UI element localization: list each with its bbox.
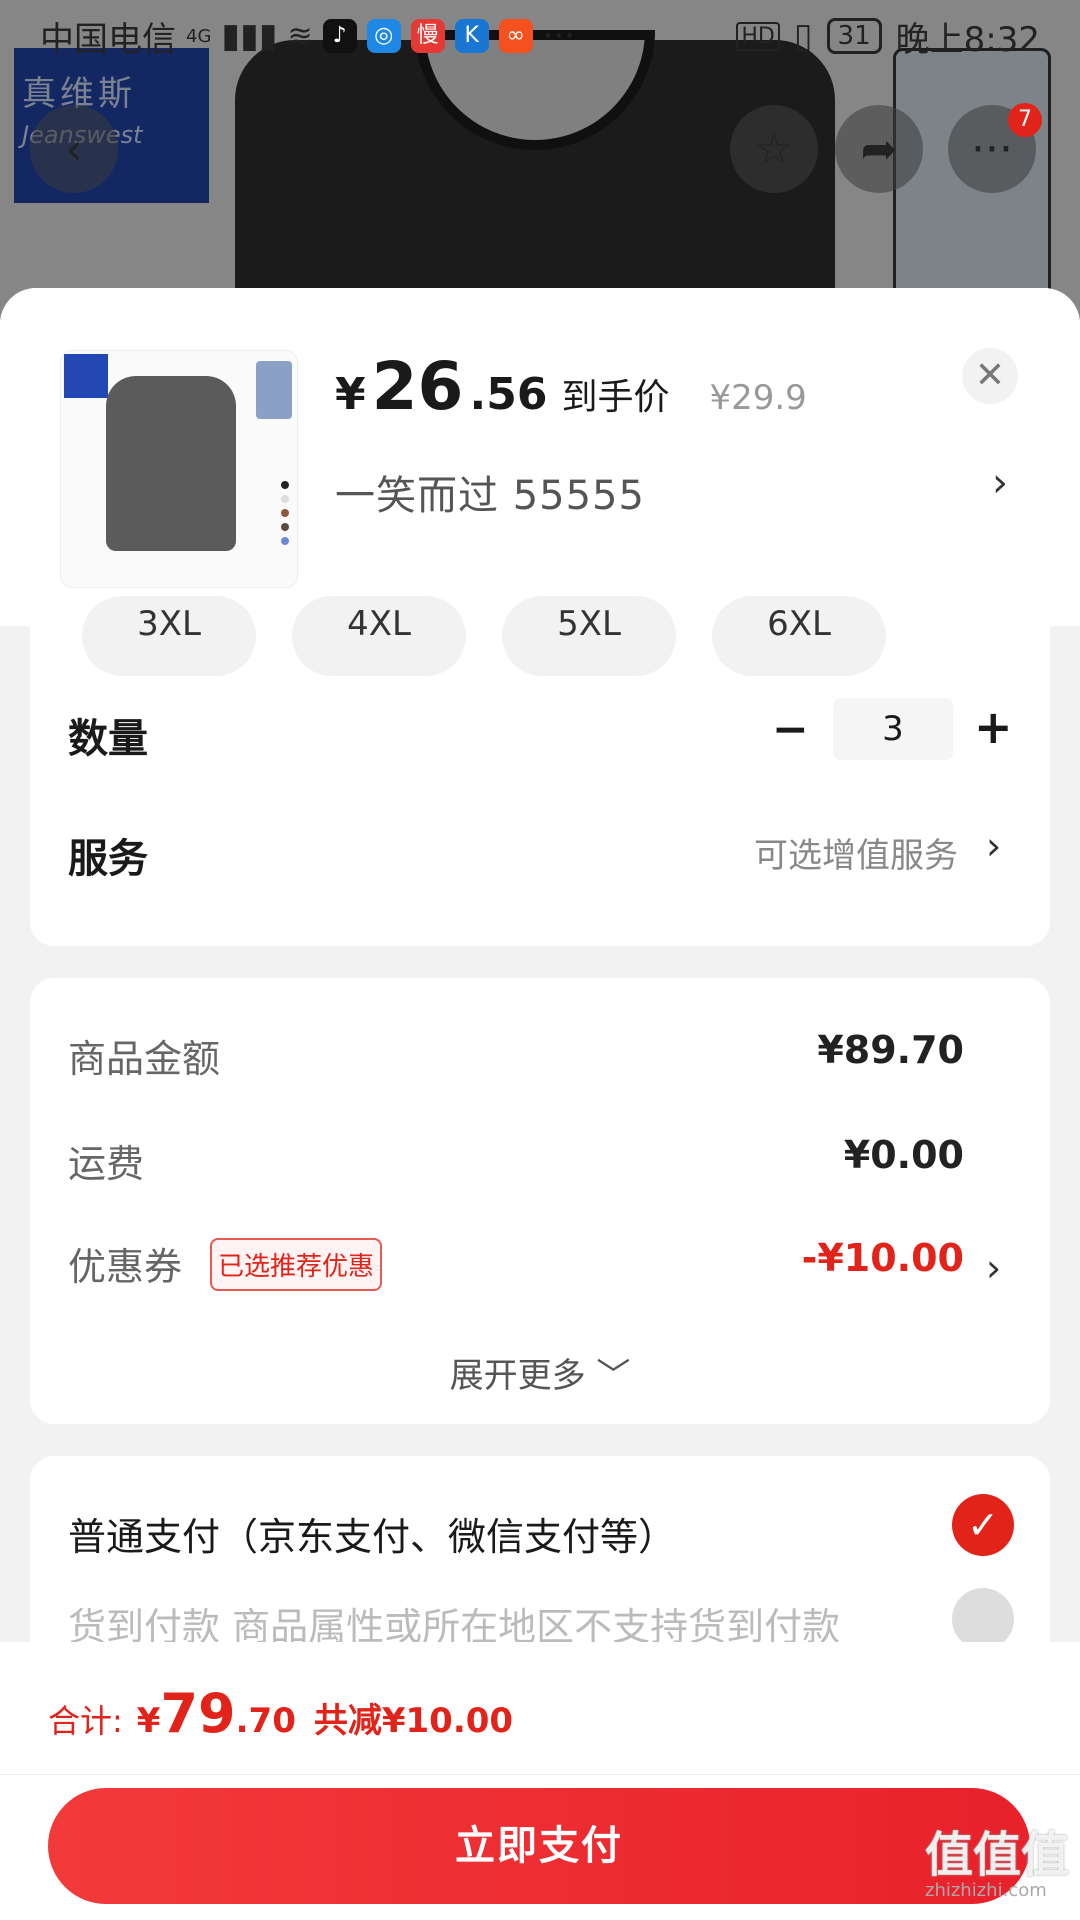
coupon-tag: 已选推荐优惠: [210, 1238, 383, 1291]
expand-more-label: 展开更多: [449, 1356, 586, 1396]
coupon-label: 优惠券: [68, 1245, 183, 1289]
sheet-header: ¥ 26 .56 到手价 ¥29.9 一笑而过 55555 › ✕: [0, 288, 1080, 626]
service-label: 服务: [68, 836, 148, 882]
carrier-label: 中国电信: [40, 19, 176, 60]
message-badge: 7: [1008, 103, 1042, 137]
original-price: ¥29.9: [709, 378, 807, 418]
price-integer: 26: [371, 348, 464, 425]
hd-indicator: HD: [736, 21, 780, 51]
watermark: 值值值 zhizhizhi.com: [925, 1827, 1070, 1901]
selected-variant[interactable]: 一笑而过 55555: [335, 463, 645, 521]
manman-app-icon: 慢: [410, 19, 445, 53]
favorite-button[interactable]: ☆: [730, 105, 818, 193]
quantity-decrease-button[interactable]: −: [772, 704, 809, 755]
total-decimal: .70: [235, 1701, 296, 1741]
total-label: 合计:: [48, 1702, 123, 1740]
chevron-right-icon[interactable]: ›: [986, 824, 1001, 868]
vibrate-icon: ▯: [793, 16, 813, 56]
kugou-app-icon: K: [454, 19, 489, 53]
normal-payment-option[interactable]: 普通支付（京东支付、微信支付等）: [68, 1506, 676, 1561]
total-savings: 共减¥10.00: [313, 1701, 514, 1741]
chevron-right-icon[interactable]: ›: [992, 460, 1008, 506]
close-button[interactable]: ✕: [962, 348, 1018, 404]
size-option[interactable]: 4XL: [292, 596, 466, 676]
size-option[interactable]: 6XL: [712, 596, 886, 676]
other-app-icon: ∞: [498, 19, 533, 53]
size-option[interactable]: 3XL: [82, 596, 256, 676]
price-summary-card: 商品金额 ¥89.70 运费 ¥0.00 优惠券 已选推荐优惠 -¥10.00 …: [30, 978, 1050, 1424]
chevron-left-icon: ‹: [65, 123, 83, 175]
price-symbol: ¥: [335, 369, 366, 420]
goods-amount-label: 商品金额: [68, 1037, 221, 1081]
chevron-right-icon[interactable]: ›: [986, 1246, 1001, 1290]
clock: 晚上8:32: [895, 19, 1040, 60]
shipping-label: 运费: [68, 1142, 145, 1186]
cod-radio: [952, 1588, 1014, 1650]
browser-app-icon: ◎: [366, 19, 401, 53]
price-label: 到手价: [561, 377, 670, 418]
total-symbol: ¥: [136, 1701, 161, 1741]
coupon-value[interactable]: -¥10.00: [802, 1236, 964, 1280]
status-bar: 中国电信 4G ▮▮▮ ≋ ♪ ◎ 慢 K ∞ ··· HD ▯ 31 晚上8:…: [0, 0, 1080, 72]
share-button[interactable]: ➦: [835, 105, 923, 193]
battery-icon: 31: [826, 18, 882, 54]
total-integer: 79: [160, 1682, 236, 1745]
size-options: 3XL 4XL 5XL 6XL: [82, 596, 886, 676]
back-button[interactable]: ‹: [30, 105, 118, 193]
more-button[interactable]: ··· 7: [948, 103, 1042, 193]
price-block: ¥ 26 .56 到手价 ¥29.9: [335, 348, 807, 425]
pay-now-button[interactable]: 立即支付: [48, 1788, 1030, 1904]
check-icon[interactable]: ✓: [952, 1494, 1014, 1556]
more-notifications: ···: [542, 16, 576, 56]
total-block: 合计: ¥ 79 .70 共减¥10.00: [48, 1682, 513, 1745]
close-icon: ✕: [974, 355, 1006, 396]
goods-amount-value: ¥89.70: [817, 1028, 964, 1072]
service-value[interactable]: 可选增值服务: [754, 828, 958, 877]
quantity-increase-button[interactable]: +: [974, 700, 1013, 754]
star-icon: ☆: [754, 123, 794, 175]
wifi-icon: ≋: [287, 18, 313, 54]
douyin-app-icon: ♪: [322, 19, 357, 53]
product-thumbnail[interactable]: [60, 350, 298, 588]
shipping-value: ¥0.00: [843, 1133, 964, 1177]
quantity-label: 数量: [68, 716, 148, 762]
quantity-input[interactable]: 3: [833, 698, 953, 760]
share-icon: ➦: [860, 123, 898, 175]
size-option[interactable]: 5XL: [502, 596, 676, 676]
network-type: 4G: [186, 25, 212, 47]
signal-icon: ▮▮▮: [221, 16, 278, 56]
expand-more-button[interactable]: 展开更多 ﹀: [30, 1348, 1050, 1397]
checkout-bar: 合计: ¥ 79 .70 共减¥10.00 立即支付: [0, 1642, 1080, 1920]
chevron-down-icon: ﹀: [596, 1356, 631, 1396]
options-card: 3XL 4XL 5XL 6XL 数量 − 3 + 服务 可选增值服务 ›: [30, 596, 1050, 946]
price-decimal: .56: [469, 369, 548, 420]
divider: [0, 1774, 1080, 1775]
more-icon: ···: [971, 123, 1013, 175]
